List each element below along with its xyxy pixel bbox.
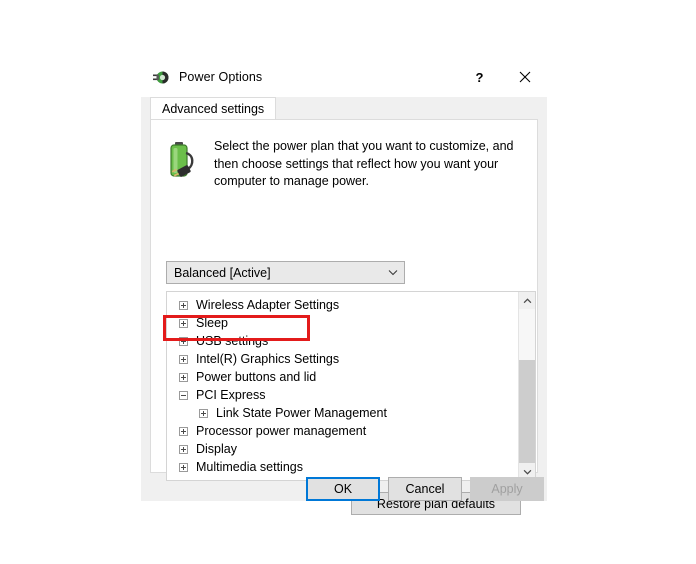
description-text: Select the power plan that you want to c… xyxy=(214,139,514,188)
tree-row[interactable]: Processor power management xyxy=(167,422,518,440)
chevron-down-icon xyxy=(382,269,404,276)
title-bar-controls: ? xyxy=(457,57,547,97)
scroll-up-icon[interactable] xyxy=(519,292,535,309)
tree-item-label: Wireless Adapter Settings xyxy=(196,298,340,312)
window-title: Power Options xyxy=(179,70,263,84)
power-plug-icon xyxy=(152,68,170,86)
tree-row[interactable]: Link State Power Management xyxy=(167,404,518,422)
tree-item-label: Multimedia settings xyxy=(196,460,303,474)
tree-row[interactable]: Multimedia settings xyxy=(167,458,518,476)
tree-item-label: Processor power management xyxy=(196,424,367,438)
tree-item-label: USB settings xyxy=(196,334,269,348)
advanced-settings-listbox[interactable]: Wireless Adapter Settings Sleep USB settin… xyxy=(166,291,536,481)
ok-button-label: OK xyxy=(333,482,353,496)
close-icon[interactable] xyxy=(502,57,547,97)
expand-plus-icon[interactable] xyxy=(179,300,188,310)
tab-advanced-settings[interactable]: Advanced settings xyxy=(150,97,277,119)
tree-row[interactable]: PCI Express xyxy=(167,386,518,404)
expand-plus-icon[interactable] xyxy=(179,444,188,454)
tree-item-label: Display xyxy=(196,442,237,456)
tab-panel-advanced-settings: Select the power plan that you want to c… xyxy=(150,119,538,515)
tree-row[interactable]: Intel(R) Graphics Settings xyxy=(167,350,518,368)
expand-plus-icon[interactable] xyxy=(179,426,188,436)
tab-strip: Advanced settings xyxy=(150,97,538,119)
cancel-button[interactable]: Cancel xyxy=(388,477,462,501)
expand-plus-icon[interactable] xyxy=(179,462,188,472)
tree-item-label: Sleep xyxy=(196,316,228,330)
power-options-dialog: Power Options ? Advanced settings Select… xyxy=(140,56,548,515)
tree-row[interactable]: Wireless Adapter Settings xyxy=(167,296,518,314)
tree-row[interactable]: USB settings xyxy=(167,332,518,350)
apply-button-label: Apply xyxy=(491,482,523,496)
tree-item-label: Link State Power Management xyxy=(216,406,387,420)
apply-button: Apply xyxy=(470,477,544,501)
dialog-footer: OK Cancel Apply xyxy=(141,477,547,503)
expand-plus-icon[interactable] xyxy=(179,372,188,382)
expand-plus-icon[interactable] xyxy=(179,336,188,346)
tree-row[interactable]: Display xyxy=(167,440,518,458)
power-plan-dropdown[interactable]: Balanced [Active] xyxy=(166,261,405,284)
help-button[interactable]: ? xyxy=(457,57,502,97)
collapse-minus-icon[interactable] xyxy=(179,390,188,400)
description-block: Select the power plan that you want to c… xyxy=(151,120,537,191)
scrollbar-thumb[interactable] xyxy=(519,360,535,471)
cancel-button-label: Cancel xyxy=(405,482,445,496)
tree-item-label: Intel(R) Graphics Settings xyxy=(196,352,340,366)
tree-item-label: PCI Express xyxy=(196,388,266,402)
expand-plus-icon[interactable] xyxy=(179,318,188,328)
vertical-scrollbar[interactable] xyxy=(518,292,535,480)
tree-row[interactable]: Sleep xyxy=(167,314,518,332)
ok-button[interactable]: OK xyxy=(306,477,380,501)
title-bar: Power Options ? xyxy=(141,57,547,97)
tab-label: Advanced settings xyxy=(162,101,265,116)
tree-item-label: Power buttons and lid xyxy=(196,370,317,384)
scrollbar-track[interactable] xyxy=(519,309,535,471)
power-plan-value: Balanced [Active] xyxy=(174,265,271,280)
expand-plus-icon[interactable] xyxy=(179,354,188,364)
settings-tree: Wireless Adapter Settings Sleep USB settin… xyxy=(167,292,518,480)
tree-row[interactable]: Power buttons and lid xyxy=(167,368,518,386)
battery-plug-icon xyxy=(166,139,204,183)
expand-plus-icon[interactable] xyxy=(199,408,208,418)
